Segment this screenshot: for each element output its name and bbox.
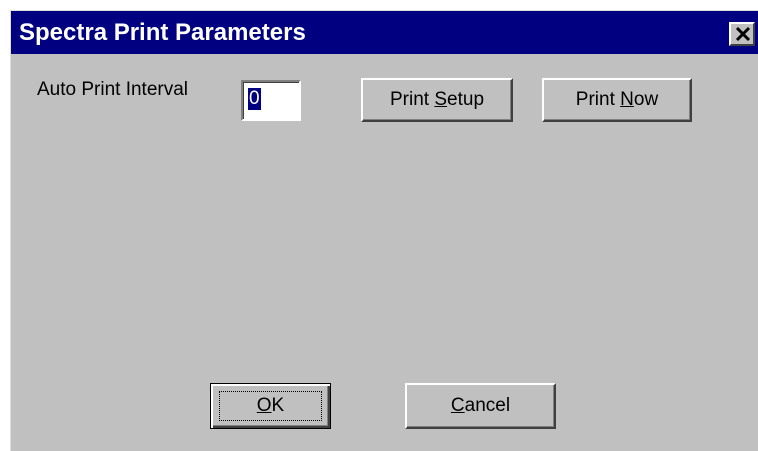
auto-print-interval-value: 0 bbox=[248, 88, 261, 110]
ok-label: OK bbox=[256, 395, 285, 416]
auto-print-interval-label: Auto Print Interval bbox=[37, 79, 189, 100]
window-title: Spectra Print Parameters bbox=[19, 19, 306, 46]
ok-button[interactable]: OK bbox=[210, 383, 331, 429]
print-setup-label: Print Setup bbox=[389, 89, 485, 110]
print-now-button[interactable]: Print Now bbox=[542, 78, 692, 122]
close-x-icon bbox=[735, 26, 751, 42]
print-now-label: Print Now bbox=[575, 89, 659, 110]
auto-print-interval-input[interactable]: 0 bbox=[241, 80, 301, 121]
print-setup-button[interactable]: Print Setup bbox=[361, 78, 513, 122]
title-bar[interactable]: Spectra Print Parameters bbox=[11, 11, 758, 54]
cancel-button[interactable]: Cancel bbox=[405, 383, 556, 429]
cancel-label: Cancel bbox=[450, 395, 511, 416]
close-button[interactable] bbox=[729, 22, 755, 46]
print-parameters-dialog: Spectra Print Parameters Auto Print Inte… bbox=[10, 10, 758, 451]
